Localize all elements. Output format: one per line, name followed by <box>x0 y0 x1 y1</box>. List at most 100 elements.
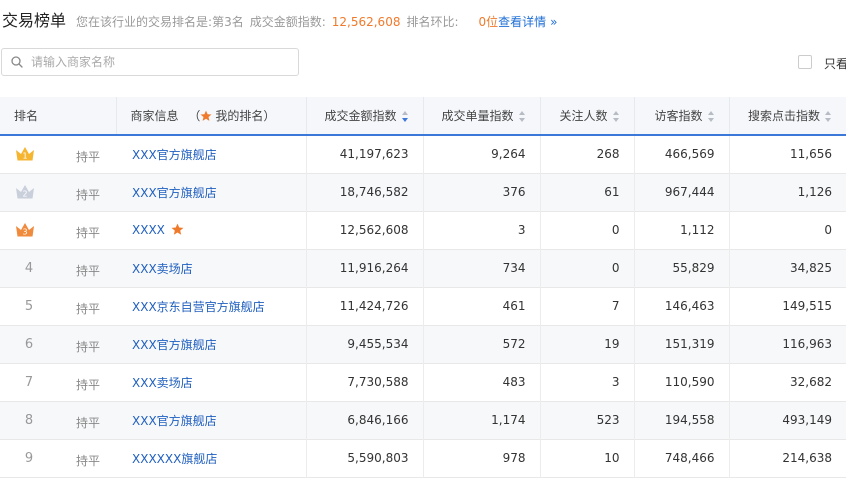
only-show-checkbox[interactable] <box>798 55 812 69</box>
rank-cell: 8 持平 <box>0 401 116 439</box>
merchant-cell: XXX官方旗舰店 <box>116 173 307 211</box>
svg-text:3: 3 <box>22 228 27 237</box>
view-details-link[interactable]: 查看详情 <box>498 13 546 30</box>
table-row: 3 持平 XXXX 12,562,608 3 0 1,112 0 <box>0 211 846 249</box>
rank-summary: 您在该行业的交易排名是: 第3名 成交金额指数: 12,562,608 排名环比… <box>76 13 558 30</box>
rank-number: 9 <box>24 450 34 466</box>
search-box[interactable] <box>1 48 299 76</box>
rank-value: 第3名 <box>212 15 244 29</box>
star-icon <box>171 223 184 235</box>
visitors-cell: 110,590 <box>634 363 730 401</box>
ranking-table: 排名 商家信息 （我的排名） 成交金额指数 成交单量指数 关注人数 访客指数 搜… <box>0 97 846 478</box>
followers-cell: 10 <box>540 439 635 477</box>
visitors-cell: 146,463 <box>634 287 730 325</box>
orders-cell: 483 <box>423 363 541 401</box>
chevron-right-icon[interactable]: » <box>550 15 557 29</box>
star-icon <box>200 110 212 121</box>
index-label: 成交金额指数: <box>249 15 326 29</box>
merchant-link[interactable]: XXX卖场店 <box>132 376 193 390</box>
col-visitors-header[interactable]: 访客指数 <box>634 97 730 136</box>
gmv-cell: 6,846,166 <box>306 401 424 439</box>
page-header: 交易榜单 您在该行业的交易排名是: 第3名 成交金额指数: 12,562,608… <box>0 7 558 30</box>
sort-icon[interactable] <box>612 111 620 122</box>
orders-cell: 461 <box>423 287 541 325</box>
visitors-cell: 55,829 <box>634 249 730 287</box>
merchant-link[interactable]: XXX官方旗舰店 <box>132 148 217 162</box>
col-search-clicks-header[interactable]: 搜索点击指数 <box>729 97 846 136</box>
table-header-row: 排名 商家信息 （我的排名） 成交金额指数 成交单量指数 关注人数 访客指数 搜… <box>0 97 846 136</box>
merchant-link[interactable]: XXX官方旗舰店 <box>132 338 217 352</box>
search-icon <box>11 56 23 68</box>
merchant-cell: XXX京东自营官方旗舰店 <box>116 287 307 325</box>
merchant-link[interactable]: XXX京东自营官方旗舰店 <box>132 300 265 314</box>
sort-icon[interactable] <box>518 111 526 122</box>
my-rank-hint: 我的排名 <box>215 109 264 123</box>
visitors-cell: 967,444 <box>634 173 730 211</box>
rank-change: 持平 <box>76 339 101 354</box>
merchant-cell: XXXXXX旗舰店 <box>116 439 307 477</box>
sort-icon[interactable] <box>825 111 832 122</box>
merchant-link[interactable]: XXX官方旗舰店 <box>132 186 217 200</box>
only-show-label: 只看 <box>824 57 846 71</box>
merchant-cell: XXX官方旗舰店 <box>116 401 307 439</box>
rank-number: 4 <box>24 260 34 276</box>
search-clicks-cell: 32,682 <box>790 375 832 389</box>
followers-cell: 0 <box>540 249 635 287</box>
gmv-cell: 41,197,623 <box>306 135 424 173</box>
merchant-cell: XXX官方旗舰店 <box>116 325 307 363</box>
orders-cell: 376 <box>423 173 541 211</box>
change-label: 排名环比: <box>406 15 459 29</box>
col-merchant-header: 商家信息 （我的排名） <box>116 97 307 136</box>
orders-cell: 1,174 <box>423 401 541 439</box>
search-clicks-cell: 11,656 <box>790 147 832 162</box>
rank-change: 持平 <box>76 150 101 164</box>
search-clicks-cell: 1,126 <box>797 185 832 199</box>
merchant-cell: XXX卖场店 <box>116 249 307 287</box>
followers-cell: 61 <box>540 173 635 211</box>
search-input[interactable] <box>29 54 283 70</box>
visitors-cell: 194,558 <box>634 401 730 439</box>
orders-cell: 978 <box>423 439 541 477</box>
rank-change: 持平 <box>76 187 101 202</box>
followers-cell: 3 <box>540 363 635 401</box>
page-title: 交易榜单 <box>2 11 67 30</box>
change-value: 0位 <box>478 15 499 29</box>
search-clicks-cell: 149,515 <box>782 299 832 313</box>
index-value: 12,562,608 <box>331 15 401 29</box>
col-orders-header[interactable]: 成交单量指数 <box>423 97 541 136</box>
gmv-cell: 9,455,534 <box>306 325 424 363</box>
sort-icon[interactable] <box>707 111 715 122</box>
rank-cell: 4 持平 <box>0 249 116 287</box>
gmv-cell: 18,746,582 <box>306 173 424 211</box>
rank-cell: 5 持平 <box>0 287 116 325</box>
search-clicks-cell: 493,149 <box>782 413 832 427</box>
col-followers-header[interactable]: 关注人数 <box>540 97 635 136</box>
search-clicks-cell: 214,638 <box>782 451 832 465</box>
sort-icon[interactable] <box>401 111 409 122</box>
merchant-link[interactable]: XXX官方旗舰店 <box>132 414 217 428</box>
rank-change: 持平 <box>76 377 101 392</box>
rank-change: 持平 <box>76 225 101 240</box>
search-clicks-cell: 34,825 <box>790 261 832 275</box>
rank-change: 持平 <box>76 415 101 430</box>
followers-cell: 19 <box>540 325 635 363</box>
merchant-link[interactable]: XXXXXX旗舰店 <box>132 452 217 466</box>
visitors-cell: 466,569 <box>634 135 730 173</box>
gold-crown-icon: 1 <box>16 147 34 161</box>
table-row: 8 持平 XXX官方旗舰店 6,846,166 1,174 523 194,558… <box>0 401 846 439</box>
search-clicks-cell: 116,963 <box>782 337 832 351</box>
followers-cell: 523 <box>540 401 635 439</box>
merchant-cell: XXX卖场店 <box>116 363 307 401</box>
orders-cell: 9,264 <box>423 135 541 173</box>
followers-cell: 268 <box>540 135 635 173</box>
gmv-cell: 11,916,264 <box>306 249 424 287</box>
col-gmv-header[interactable]: 成交金额指数 <box>306 97 424 136</box>
rank-cell: 6 持平 <box>0 325 116 363</box>
search-clicks-cell: 0 <box>824 223 832 237</box>
rank-number: 8 <box>24 412 34 428</box>
silver-crown-icon: 2 <box>16 185 34 199</box>
rank-number: 6 <box>24 336 34 352</box>
merchant-link[interactable]: XXXX <box>132 223 165 237</box>
rank-change: 持平 <box>76 263 101 278</box>
merchant-link[interactable]: XXX卖场店 <box>132 262 193 276</box>
